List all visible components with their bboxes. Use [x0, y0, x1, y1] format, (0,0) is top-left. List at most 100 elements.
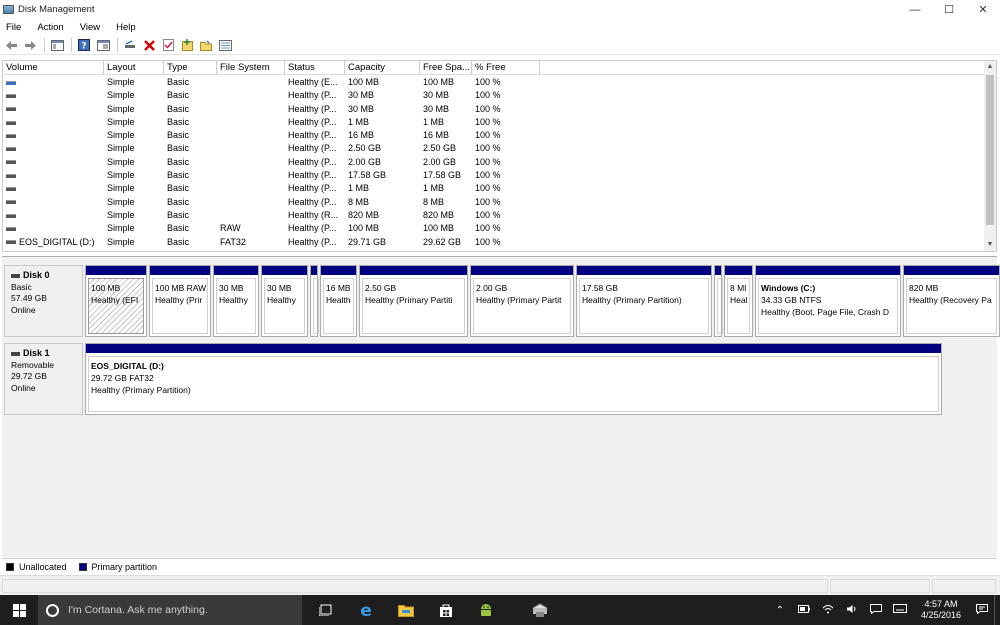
partition-block[interactable]: 100 MB Healthy (EFI — [85, 265, 147, 337]
toolbar-separator — [44, 38, 45, 52]
check-icon[interactable] — [161, 38, 175, 52]
partition-block[interactable]: 17.58 GB Healthy (Primary Partition) — [576, 265, 712, 337]
volume-cell-fs — [217, 89, 285, 102]
help-icon[interactable]: ? — [77, 38, 91, 52]
volume-cell-fs — [217, 196, 285, 209]
partition-block[interactable]: 30 MB Healthy — [261, 265, 308, 337]
cortana-icon — [46, 603, 59, 617]
column-type[interactable]: Type — [164, 61, 217, 75]
volume-row[interactable]: Simple Basic Healthy (R... 820 MB 820 MB 100 … — [3, 209, 984, 222]
properties-icon[interactable] — [96, 38, 110, 52]
partition-block[interactable] — [310, 265, 319, 337]
disk-0-label[interactable]: Disk 0 Basic 57.49 GB Online — [4, 265, 83, 337]
volume-row[interactable]: Simple Basic Healthy (P... 1 MB 1 MB 100 % — [3, 182, 984, 195]
scroll-up-icon[interactable]: ▲ — [984, 61, 996, 73]
partition-block[interactable]: 30 MB Healthy — [213, 265, 259, 337]
partition-type-bar — [321, 266, 356, 275]
volume-row[interactable]: Simple Basic Healthy (P... 17.58 GB 17.58 GB… — [3, 169, 984, 182]
volume-cell-type: Basic — [167, 223, 190, 234]
connect-icon[interactable] — [123, 38, 137, 52]
disk-1-label[interactable]: Disk 1 Removable 29.72 GB Online — [4, 343, 83, 415]
scrollbar-thumb[interactable] — [986, 75, 994, 225]
volume-row[interactable]: Simple Basic Healthy (P... 30 MB 30 MB 100 % — [3, 89, 984, 102]
show-desktop-button[interactable] — [994, 595, 1000, 625]
disk-management-taskbar-icon[interactable] — [520, 595, 560, 625]
cortana-search-box[interactable]: I'm Cortana. Ask me anything. — [38, 595, 302, 625]
volume-row[interactable]: Simple Basic Healthy (P... 16 MB 16 MB 100 % — [3, 129, 984, 142]
volume-cell-capacity: 100 MB — [348, 77, 380, 87]
volume-row[interactable]: Simple Basic Healthy (P... 8 MB 8 MB 100 % — [3, 196, 984, 209]
notifications-icon[interactable] — [970, 603, 994, 617]
legend-unallocated: Unallocated — [6, 562, 67, 572]
volume-row[interactable]: Simple Basic Healthy (E... 100 MB 100 MB 100 … — [3, 76, 984, 89]
menu-action[interactable]: Action — [29, 22, 71, 33]
partition-block[interactable]: 8 MI Heal — [724, 265, 753, 337]
column-status[interactable]: Status — [285, 61, 345, 75]
partition-block[interactable]: 2.50 GB Healthy (Primary Partiti — [359, 265, 468, 337]
message-icon[interactable] — [864, 603, 888, 617]
column-percent-free[interactable]: % Free — [472, 61, 540, 75]
disk-1-state: Online — [11, 382, 36, 393]
volume-cell-free: 8 MB — [423, 196, 445, 207]
volume-cell-pct: 100 % — [475, 116, 501, 127]
console-icon[interactable] — [50, 38, 64, 52]
disk-1-row: Disk 1 Removable 29.72 GB Online EOS_DIG… — [4, 343, 994, 415]
volume-row[interactable]: Simple Basic Healthy (P... 30 MB 30 MB 100 % — [3, 103, 984, 116]
android-app-icon[interactable] — [466, 595, 506, 625]
volume-icon — [6, 93, 16, 98]
edge-icon[interactable]: e — [346, 595, 386, 625]
partition-type-bar — [86, 266, 146, 275]
volume-row[interactable]: EOS_DIGITAL (D:) Simple Basic FAT32 Healthy … — [3, 236, 984, 249]
minimize-button[interactable]: — — [898, 0, 932, 19]
partition-block[interactable] — [714, 265, 723, 337]
legend: Unallocated Primary partition — [2, 558, 997, 574]
volume-row[interactable]: Simple Basic RAW Healthy (P... 100 MB 100 MB 1… — [3, 222, 984, 235]
close-button[interactable]: ✕ — [966, 0, 1000, 19]
partition-block[interactable]: 100 MB RAW Healthy (Prir — [149, 265, 211, 337]
volume-cell-name — [3, 222, 104, 235]
window-title: Disk Management — [18, 4, 95, 15]
partition-status: Healthy (EFI — [91, 295, 139, 305]
partition-block[interactable]: 2.00 GB Healthy (Primary Partit — [470, 265, 574, 337]
volume-row[interactable]: Simple Basic Healthy (P... 1 MB 1 MB 100 % — [3, 116, 984, 129]
partition-block[interactable]: 820 MB Healthy (Recovery Pa — [903, 265, 1000, 337]
chevron-up-icon[interactable]: ⌃ — [768, 605, 792, 616]
file-explorer-icon[interactable] — [386, 595, 426, 625]
column-free-space[interactable]: Free Spa... — [420, 61, 472, 75]
column-layout[interactable]: Layout — [104, 61, 164, 75]
volume-row[interactable]: Simple Basic Healthy (P... 2.00 GB 2.00 GB 10… — [3, 156, 984, 169]
back-icon[interactable] — [4, 38, 18, 52]
volume-cell-layout: Simple — [107, 103, 135, 114]
delete-icon[interactable] — [142, 38, 156, 52]
partition-status: Healthy (Boot, Page File, Crash D — [761, 307, 890, 317]
disk-icon — [11, 273, 20, 278]
volume-cell-capacity: 2.00 GB — [348, 156, 382, 167]
partition-block[interactable]: EOS_DIGITAL (D:) 29.72 GB FAT32 Healthy (P… — [85, 343, 942, 415]
menu-file[interactable]: File — [0, 22, 29, 33]
clock[interactable]: 4:57 AM 4/25/2016 — [912, 599, 970, 621]
volume-icon[interactable] — [840, 604, 864, 617]
column-file-system[interactable]: File System — [217, 61, 285, 75]
volume-cell-pct: 100 % — [475, 156, 501, 167]
partition-block[interactable]: Windows (C:) 34.33 GB NTFS Healthy (Boot, … — [755, 265, 901, 337]
forward-icon[interactable] — [23, 38, 37, 52]
wifi-icon[interactable] — [816, 604, 840, 617]
battery-icon[interactable] — [792, 604, 816, 616]
column-capacity[interactable]: Capacity — [345, 61, 420, 75]
list-icon[interactable] — [218, 38, 232, 52]
maximize-button[interactable]: ☐ — [932, 0, 966, 19]
scroll-down-icon[interactable]: ▼ — [984, 239, 996, 251]
keyboard-icon[interactable] — [888, 604, 912, 616]
task-view-icon[interactable] — [306, 595, 346, 625]
column-volume[interactable]: Volume — [3, 61, 104, 75]
menu-view[interactable]: View — [72, 22, 108, 33]
start-button[interactable] — [0, 595, 38, 625]
volume-icon — [6, 160, 16, 165]
menu-help[interactable]: Help — [108, 22, 144, 33]
volume-list-scrollbar[interactable]: ▲ ▼ — [984, 61, 996, 251]
partition-block[interactable]: 16 MB Health — [320, 265, 357, 337]
volume-row[interactable]: Simple Basic Healthy (P... 2.50 GB 2.50 GB 10… — [3, 142, 984, 155]
store-icon[interactable] — [426, 595, 466, 625]
folder-icon[interactable] — [199, 38, 213, 52]
new-icon[interactable] — [180, 38, 194, 52]
